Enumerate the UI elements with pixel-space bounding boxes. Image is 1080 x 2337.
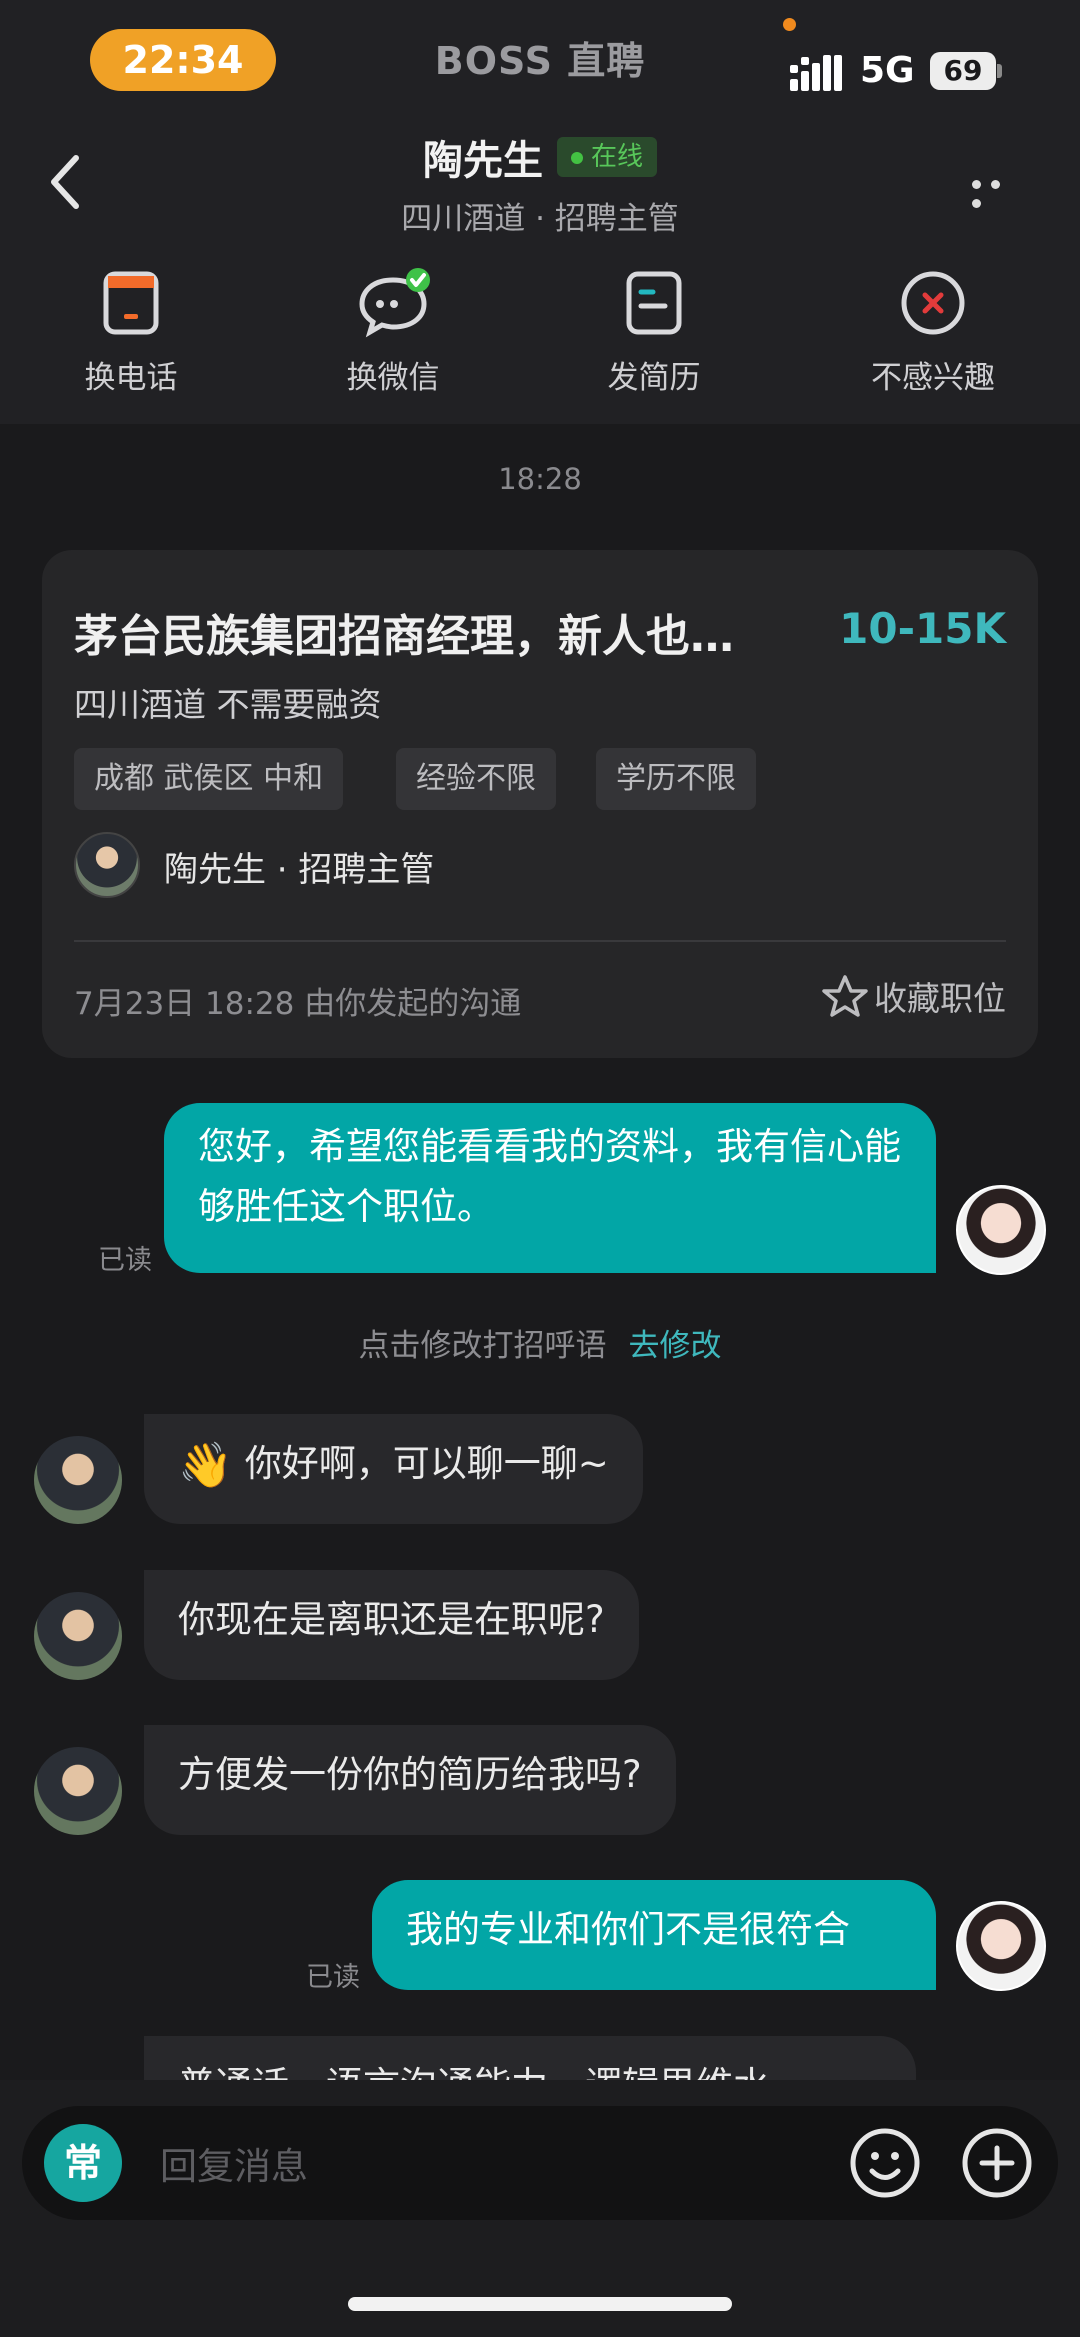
recruiter-info: 陶先生 · 招聘主管 [164,850,435,890]
contact-subtitle: 四川酒道 · 招聘主管 [401,201,679,237]
chat-timestamp: 18:28 [498,462,582,496]
exchange-phone-button[interactable]: 换电话 [31,268,231,397]
battery-level: 69 [930,52,996,90]
message-bubble-incoming[interactable]: 方便发一份你的简历给我吗? [144,1725,676,1835]
action-label: 换电话 [84,360,178,396]
message-bubble-incoming[interactable]: 👋 你好啊，可以聊一聊~ [144,1414,643,1524]
not-interested-button[interactable]: 不感兴趣 [833,268,1033,397]
read-receipt: 已读 [98,1245,152,1276]
job-company: 四川酒道 不需要融资 [74,685,382,724]
phone-card-icon [103,271,159,335]
star-icon [822,975,868,1017]
job-tag: 成都 武侯区 中和 [74,748,344,810]
reply-placeholder[interactable]: 回复消息 [160,2136,308,2190]
online-dot-icon [570,152,583,164]
action-label: 发简历 [607,360,701,396]
job-title: 茅台民族集团招商经理，新人也… [74,611,734,662]
resume-icon [626,271,682,335]
close-circle-icon [901,271,965,335]
signal-icon [790,55,842,91]
greeting-hint: 点击修改打招呼语 去修改 [0,1320,1080,1365]
contact-name[interactable]: 陶先生 [423,128,543,186]
action-label: 不感兴趣 [871,360,995,396]
message-bubble-incoming[interactable]: 你现在是离职还是在职呢? [144,1570,639,1680]
common-phrases-button[interactable]: 常 [44,2124,122,2202]
battery-icon: 69 [930,52,1002,90]
job-card[interactable]: 茅台民族集团招商经理，新人也… 10-15K 四川酒道 不需要融资 成都 武侯区… [42,550,1038,1058]
my-avatar[interactable] [956,1901,1046,1991]
message-input[interactable]: 常 回复消息 [22,2106,1058,2220]
plus-button[interactable] [960,2126,1034,2200]
emoji-button[interactable] [848,2126,922,2200]
status-app-name: BOSS 直聘 [434,39,646,83]
greeting-hint-text: 点击修改打招呼语 [358,1328,607,1364]
favorite-job-button[interactable]: 收藏职位 [822,972,1006,1020]
recruiter-avatar[interactable] [34,1436,122,1524]
favorite-label: 收藏职位 [874,979,1006,1018]
job-salary: 10-15K [839,604,1006,653]
wechat-icon [359,268,430,338]
quick-actions: 换电话 换微信 发简历 不感兴趣 [0,268,1080,398]
conversation-start-info: 7月23日 18:28 由你发起的沟通 [74,986,522,1022]
recording-dot-icon [783,18,796,31]
recruiter-avatar[interactable] [34,1747,122,1835]
card-divider [74,940,1006,942]
job-tag: 学历不限 [596,748,756,810]
waving-hand-icon: 👋 [178,1440,233,1491]
send-resume-button[interactable]: 发简历 [554,268,754,397]
online-badge: 在线 [556,137,657,177]
exchange-wechat-button[interactable]: 换微信 [293,268,493,397]
action-label: 换微信 [346,360,440,396]
more-options-button[interactable] [972,174,1028,208]
message-text: 你好啊，可以聊一聊~ [244,1442,609,1485]
read-receipt: 已读 [306,1962,360,1993]
recruiter-avatar [74,832,140,898]
edit-greeting-link[interactable]: 去修改 [629,1328,722,1364]
home-indicator[interactable] [348,2297,732,2311]
online-label: 在线 [590,142,643,172]
chat-screen: 22:34 BOSS 直聘 5G 69 陶先生 在线 四川酒道 · 招聘主管 换… [0,0,1080,2337]
network-type: 5G [860,50,915,91]
message-bubble-outgoing[interactable]: 您好，希望您能看看我的资料，我有信心能够胜任这个职位。 [164,1103,936,1273]
my-avatar[interactable] [956,1185,1046,1275]
chat-header: 22:34 BOSS 直聘 5G 69 陶先生 在线 四川酒道 · 招聘主管 换… [0,0,1080,424]
recruiter-avatar[interactable] [34,1592,122,1680]
job-tag: 经验不限 [396,748,556,810]
message-bubble-outgoing[interactable]: 我的专业和你们不是很符合 [372,1880,936,1990]
contact-title: 陶先生 在线 [0,128,1080,186]
